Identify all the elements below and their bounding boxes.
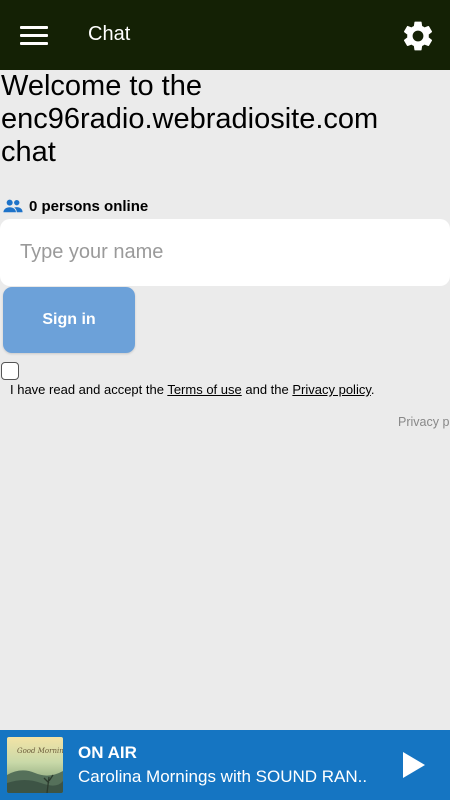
radio-player-bar[interactable]: Good Morning ON AIR Carolina Mornings wi…: [0, 730, 450, 800]
accept-terms-checkbox[interactable]: [1, 362, 19, 380]
accept-suffix: .: [370, 382, 375, 397]
online-count: 0 persons online: [3, 196, 148, 216]
page-title: Chat: [88, 23, 131, 45]
accept-terms-label: I have read and accept the Terms of use …: [10, 382, 375, 397]
play-icon[interactable]: [401, 750, 427, 780]
people-icon: [3, 199, 23, 213]
track-title: Carolina Mornings with SOUND RAN..: [78, 767, 368, 786]
privacy-footer-link[interactable]: Privacy p: [398, 415, 449, 429]
accept-middle: and the: [241, 382, 293, 397]
album-art: Good Morning: [7, 737, 63, 793]
hamburger-menu-icon[interactable]: [20, 24, 50, 46]
welcome-heading: Welcome to the enc96radio.webradiosite.c…: [1, 70, 379, 168]
privacy-policy-link[interactable]: Privacy policy: [292, 382, 371, 397]
on-air-label: ON AIR: [78, 743, 137, 762]
accept-prefix: I have read and accept the: [10, 382, 168, 397]
online-count-text: 0 persons online: [29, 197, 149, 215]
sign-in-button[interactable]: Sign in: [3, 287, 135, 353]
app-bar: Chat: [0, 0, 450, 70]
terms-of-use-link[interactable]: Terms of use: [167, 382, 241, 397]
name-input[interactable]: [0, 219, 450, 286]
album-art-text: Good Morning: [17, 747, 63, 755]
gear-icon[interactable]: [400, 18, 436, 54]
